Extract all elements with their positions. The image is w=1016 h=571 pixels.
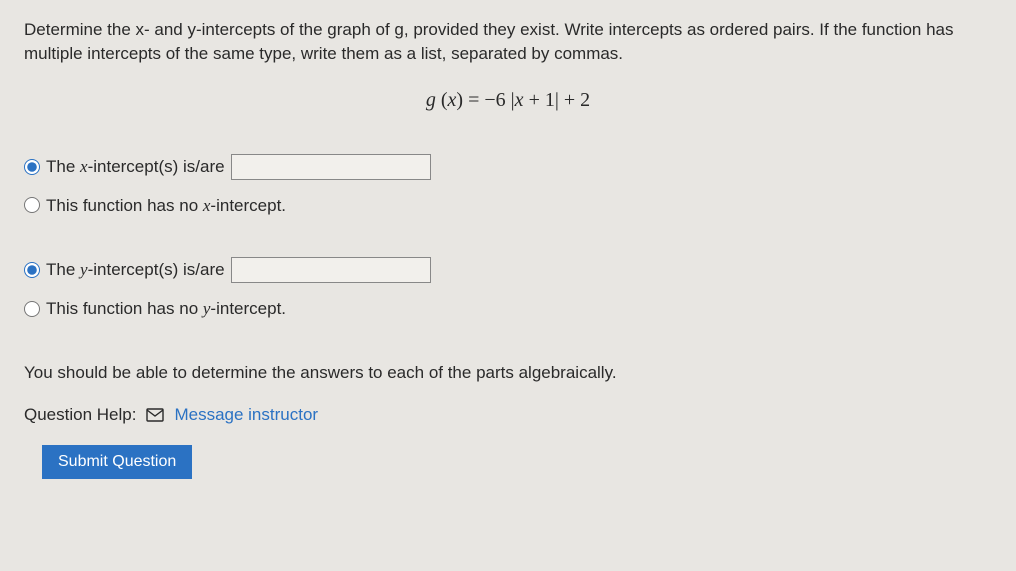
x-intercept-has-row: The x-intercept(s) is/are [24,154,992,180]
y-intercept-group: The y-intercept(s) is/are This function … [24,257,992,321]
x-intercept-has-radio[interactable] [24,159,40,175]
x-intercept-has-label: The x-intercept(s) is/are [46,155,225,179]
y-intercept-has-row: The y-intercept(s) is/are [24,257,992,283]
question-prompt: Determine the x- and y-intercepts of the… [24,18,992,66]
x-intercept-input[interactable] [231,154,431,180]
x-intercept-none-radio[interactable] [24,197,40,213]
question-help-label: Question Help: [24,403,136,427]
question-help-row: Question Help: Message instructor [24,403,992,427]
submit-question-button[interactable]: Submit Question [42,445,192,479]
x-intercept-none-row: This function has no x-intercept. [24,194,992,218]
y-intercept-none-row: This function has no y-intercept. [24,297,992,321]
y-intercept-none-label: This function has no y-intercept. [46,297,286,321]
x-intercept-none-label: This function has no x-intercept. [46,194,286,218]
message-instructor-link[interactable]: Message instructor [174,403,318,427]
equation-display: g (x) = −6 |x + 1| + 2 [24,86,992,114]
y-intercept-has-label: The y-intercept(s) is/are [46,258,225,282]
y-intercept-input[interactable] [231,257,431,283]
mail-icon [146,408,164,422]
x-intercept-group: The x-intercept(s) is/are This function … [24,154,992,218]
help-note: You should be able to determine the answ… [24,361,992,385]
y-intercept-has-radio[interactable] [24,262,40,278]
y-intercept-none-radio[interactable] [24,301,40,317]
